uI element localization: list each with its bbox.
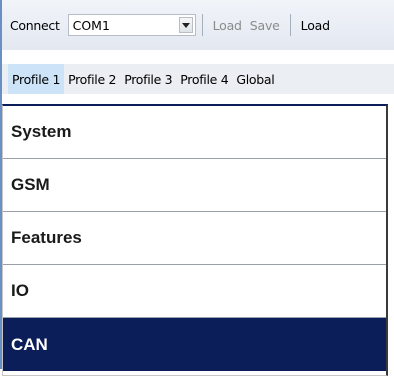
menu-item-gsm[interactable]: GSM [3, 159, 386, 212]
toolbar-separator [289, 14, 291, 36]
tab-profile-1[interactable]: Profile 1 [8, 64, 65, 94]
tab-global[interactable]: Global [232, 64, 278, 94]
chevron-down-icon[interactable] [178, 17, 193, 33]
port-select[interactable]: COM1 [67, 14, 196, 36]
load-button[interactable]: Load [209, 18, 246, 33]
menu-item-can[interactable]: CAN [3, 318, 386, 371]
menu-item-features[interactable]: Features [3, 212, 386, 265]
settings-menu-list: System GSM Features IO CAN [2, 104, 388, 376]
menu-item-io[interactable]: IO [3, 265, 386, 318]
tab-profile-2[interactable]: Profile 2 [64, 64, 120, 94]
menu-item-system[interactable]: System [3, 106, 386, 159]
tab-profile-4[interactable]: Profile 4 [176, 64, 232, 94]
connect-label: Connect [10, 17, 60, 33]
save-button[interactable]: Save [246, 18, 284, 33]
profile-tabs: Profile 1 Profile 2 Profile 3 Profile 4 … [2, 64, 394, 94]
load-file-button[interactable]: Load [297, 18, 334, 33]
toolbar: Connect COM1 Load Save Load [2, 0, 394, 50]
toolbar-separator [201, 14, 203, 36]
tab-profile-3[interactable]: Profile 3 [120, 64, 176, 94]
port-select-value: COM1 [72, 17, 110, 33]
